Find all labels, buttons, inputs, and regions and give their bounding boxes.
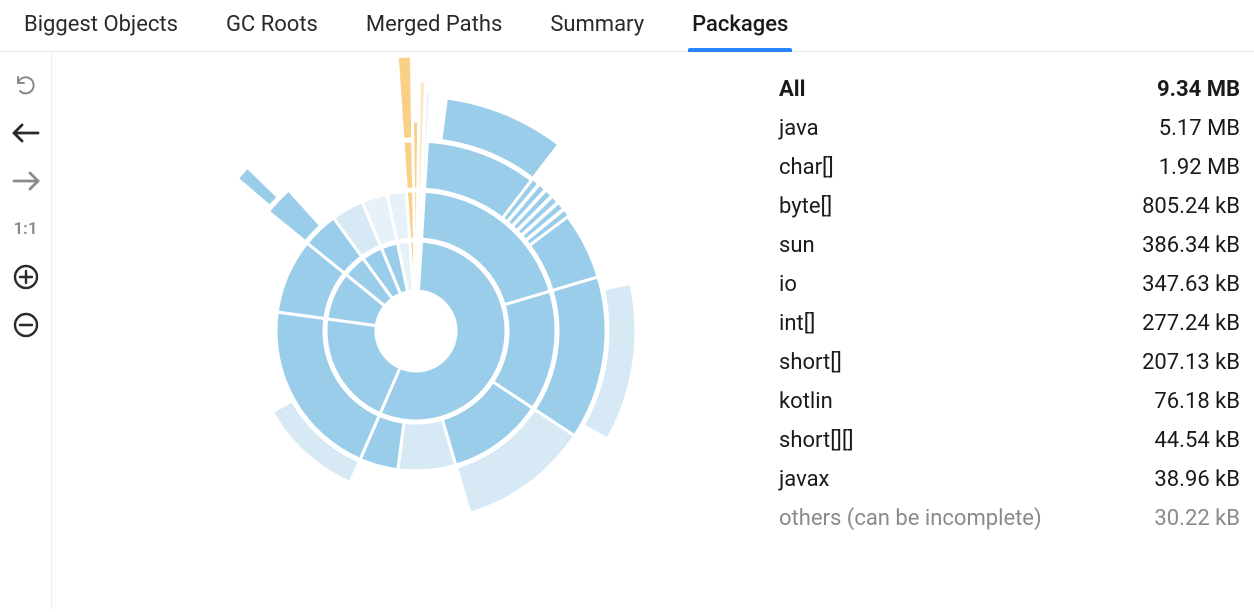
- tab-merged-paths[interactable]: Merged Paths: [366, 12, 502, 51]
- content: 1:1 All 9.34 MB java 5.17 MB char[] 1.92 M…: [0, 52, 1254, 609]
- legend-row[interactable]: int[] 277.24 kB: [779, 304, 1240, 343]
- legend-panel: All 9.34 MB java 5.17 MB char[] 1.92 MB by…: [779, 52, 1254, 609]
- tabs-bar: Biggest Objects GC Roots Merged Paths Su…: [0, 0, 1254, 52]
- legend-value: 44.54 kB: [1154, 428, 1240, 453]
- legend-row[interactable]: char[] 1.92 MB: [779, 148, 1240, 187]
- legend-name: javax: [779, 467, 829, 492]
- legend-value: 1.92 MB: [1159, 155, 1240, 180]
- reset-zoom-button[interactable]: 1:1: [11, 214, 41, 244]
- toolbar: 1:1: [0, 52, 52, 609]
- tab-gc-roots[interactable]: GC Roots: [226, 12, 318, 51]
- tab-packages[interactable]: Packages: [692, 12, 788, 51]
- legend-header-value: 9.34 MB: [1157, 77, 1240, 102]
- legend-name: others (can be incomplete): [779, 506, 1042, 531]
- arrow-right-icon: [12, 171, 40, 191]
- legend-value: 386.34 kB: [1142, 233, 1240, 258]
- sunburst-chart[interactable]: [52, 52, 779, 609]
- legend-name: java: [779, 116, 819, 141]
- legend-row[interactable]: short[] 207.13 kB: [779, 343, 1240, 382]
- zoom-in-icon: [13, 264, 39, 290]
- legend-row[interactable]: byte[] 805.24 kB: [779, 187, 1240, 226]
- undo-icon: [14, 73, 38, 97]
- legend-row[interactable]: javax 38.96 kB: [779, 460, 1240, 499]
- legend-name: kotlin: [779, 389, 833, 414]
- legend-name: sun: [779, 233, 815, 258]
- legend-name: io: [779, 272, 797, 297]
- legend-value: 5.17 MB: [1159, 116, 1240, 141]
- undo-button[interactable]: [11, 70, 41, 100]
- legend-name: int[]: [779, 311, 815, 336]
- legend-value: 38.96 kB: [1154, 467, 1240, 492]
- legend-row[interactable]: io 347.63 kB: [779, 265, 1240, 304]
- legend-name: byte[]: [779, 194, 832, 219]
- zoom-out-button[interactable]: [11, 310, 41, 340]
- legend-row[interactable]: kotlin 76.18 kB: [779, 382, 1240, 421]
- back-button[interactable]: [11, 118, 41, 148]
- arrow-left-icon: [12, 123, 40, 143]
- legend-name: short[][]: [779, 428, 854, 453]
- legend-name: char[]: [779, 155, 834, 180]
- legend-row[interactable]: sun 386.34 kB: [779, 226, 1240, 265]
- legend-others[interactable]: others (can be incomplete) 30.22 kB: [779, 499, 1240, 538]
- legend-row[interactable]: short[][] 44.54 kB: [779, 421, 1240, 460]
- zoom-in-button[interactable]: [11, 262, 41, 292]
- legend-value: 207.13 kB: [1142, 350, 1240, 375]
- legend-value: 277.24 kB: [1142, 311, 1240, 336]
- tab-biggest-objects[interactable]: Biggest Objects: [24, 12, 178, 51]
- legend-name: short[]: [779, 350, 842, 375]
- legend-value: 30.22 kB: [1154, 506, 1240, 531]
- legend-value: 805.24 kB: [1142, 194, 1240, 219]
- forward-button[interactable]: [11, 166, 41, 196]
- legend-header-name: All: [779, 77, 805, 102]
- legend-value: 76.18 kB: [1154, 389, 1240, 414]
- tab-summary[interactable]: Summary: [550, 12, 644, 51]
- zoom-out-icon: [13, 312, 39, 338]
- legend-value: 347.63 kB: [1142, 272, 1240, 297]
- legend-header: All 9.34 MB: [779, 70, 1240, 109]
- legend-row[interactable]: java 5.17 MB: [779, 109, 1240, 148]
